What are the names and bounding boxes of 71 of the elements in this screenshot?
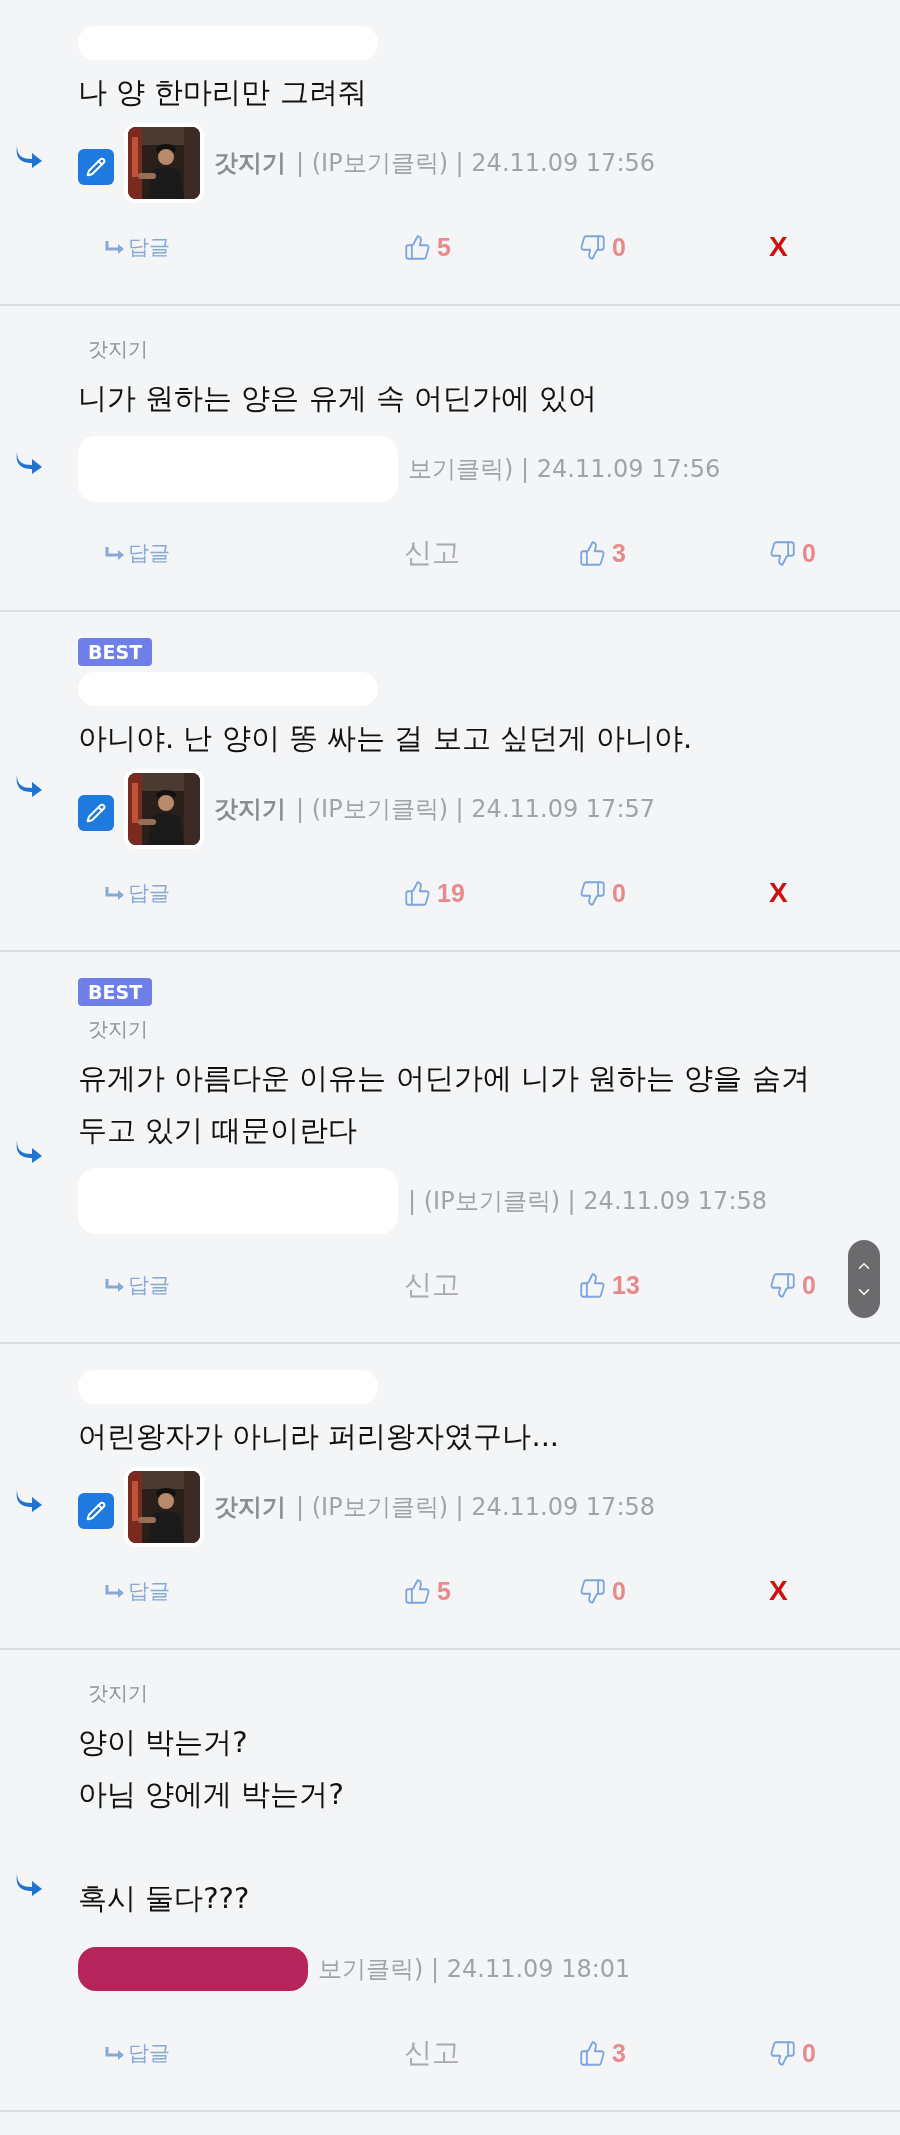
dislike-button[interactable]: 0 (579, 1576, 626, 1606)
report-link[interactable]: 신고 (404, 534, 460, 572)
edit-button[interactable] (78, 149, 114, 185)
comment-text: 아님 양에게 박는거? (78, 1776, 345, 1813)
thumbs-down-icon (579, 879, 606, 907)
thumbs-up-icon (579, 2039, 606, 2067)
reply-link[interactable]: 답글 (104, 2039, 170, 2067)
reply-arrow-icon (104, 239, 126, 255)
delete-button[interactable]: X (769, 231, 788, 263)
pencil-icon (86, 803, 106, 823)
comment-meta: | (IP보기클릭) | 24.11.09 17:58 (408, 1186, 767, 1217)
comment-text: 유게가 아름다운 이유는 어딘가에 니가 원하는 양을 숨겨 (78, 1060, 811, 1097)
delete-button[interactable]: X (769, 877, 788, 909)
thumbs-down-icon (769, 1271, 796, 1299)
edit-button[interactable] (78, 1493, 114, 1529)
like-button[interactable]: 19 (404, 878, 465, 908)
comment-meta: | (IP보기클릭) | 24.11.09 17:56 (296, 148, 655, 179)
like-button[interactable]: 13 (579, 1270, 640, 1300)
best-badge: BEST (78, 978, 153, 1006)
comment-text: 아니야. 난 양이 똥 싸는 걸 보고 싶던게 아니야. (78, 720, 694, 757)
report-link[interactable]: 신고 (404, 1266, 460, 1304)
comment-text: 두고 있기 때문이란다 (78, 1112, 359, 1149)
thumbs-up-icon (404, 233, 431, 261)
author-name[interactable]: 갓지기 (214, 793, 286, 825)
thumbs-down-icon (769, 2039, 796, 2067)
dislike-button[interactable]: 0 (579, 878, 626, 908)
dislike-button[interactable]: 0 (769, 2038, 816, 2068)
thumbs-up-icon (404, 1577, 431, 1605)
like-button[interactable]: 3 (579, 538, 626, 568)
reply-arrow-icon (104, 545, 126, 561)
dislike-button[interactable]: 0 (769, 538, 816, 568)
like-button[interactable]: 5 (404, 1576, 451, 1606)
best-badge: BEST (78, 638, 153, 666)
comment-text: 나 양 한마리만 그려줘 (78, 74, 368, 111)
reply-link[interactable]: 답글 (104, 879, 170, 907)
thumbs-down-icon (769, 539, 796, 567)
like-button[interactable]: 3 (579, 2038, 626, 2068)
reply-arrow-icon (104, 885, 126, 901)
mentioned-user: 갓지기 (87, 1015, 148, 1043)
pencil-icon (86, 1501, 106, 1521)
reply-arrow-icon (104, 1583, 126, 1599)
thumbs-down-icon (579, 1577, 606, 1605)
comment-meta: 보기클릭) | 24.11.09 17:56 (408, 454, 721, 485)
comment-text: 니가 원하는 양은 유게 속 어딘가에 있어 (78, 380, 599, 417)
reply-link[interactable]: 답글 (104, 1271, 170, 1299)
dislike-button[interactable]: 0 (579, 232, 626, 262)
reply-link[interactable]: 답글 (104, 1577, 170, 1605)
comment-text: 양이 박는거? (78, 1724, 249, 1761)
pencil-icon (86, 157, 106, 177)
like-button[interactable]: 5 (404, 232, 451, 262)
thumbs-up-icon (404, 879, 431, 907)
comment-text: 혹시 둘다??? (78, 1880, 251, 1917)
mentioned-user: 갓지기 (87, 1679, 148, 1707)
thumbs-up-icon (579, 539, 606, 567)
dislike-button[interactable]: 0 (769, 1270, 816, 1300)
reply-link[interactable]: 답글 (104, 233, 170, 261)
mentioned-user: 갓지기 (87, 335, 148, 363)
reply-arrow-icon (104, 2045, 126, 2061)
comment-meta: | (IP보기클릭) | 24.11.09 17:58 (296, 1492, 655, 1523)
thumbs-down-icon (579, 233, 606, 261)
author-name[interactable]: 갓지기 (214, 147, 286, 179)
edit-button[interactable] (78, 795, 114, 831)
author-name[interactable]: 갓지기 (214, 1491, 286, 1523)
comment-meta: | (IP보기클릭) | 24.11.09 17:57 (296, 794, 655, 825)
comment-text: 어린왕자가 아니라 퍼리왕자였구나... (78, 1418, 561, 1455)
reply-link[interactable]: 답글 (104, 539, 170, 567)
delete-button[interactable]: X (769, 1575, 788, 1607)
thumbs-up-icon (579, 1271, 606, 1299)
report-link[interactable]: 신고 (404, 2034, 460, 2072)
reply-arrow-icon (104, 1277, 126, 1293)
comment-meta: 보기클릭) | 24.11.09 18:01 (318, 1954, 631, 1985)
